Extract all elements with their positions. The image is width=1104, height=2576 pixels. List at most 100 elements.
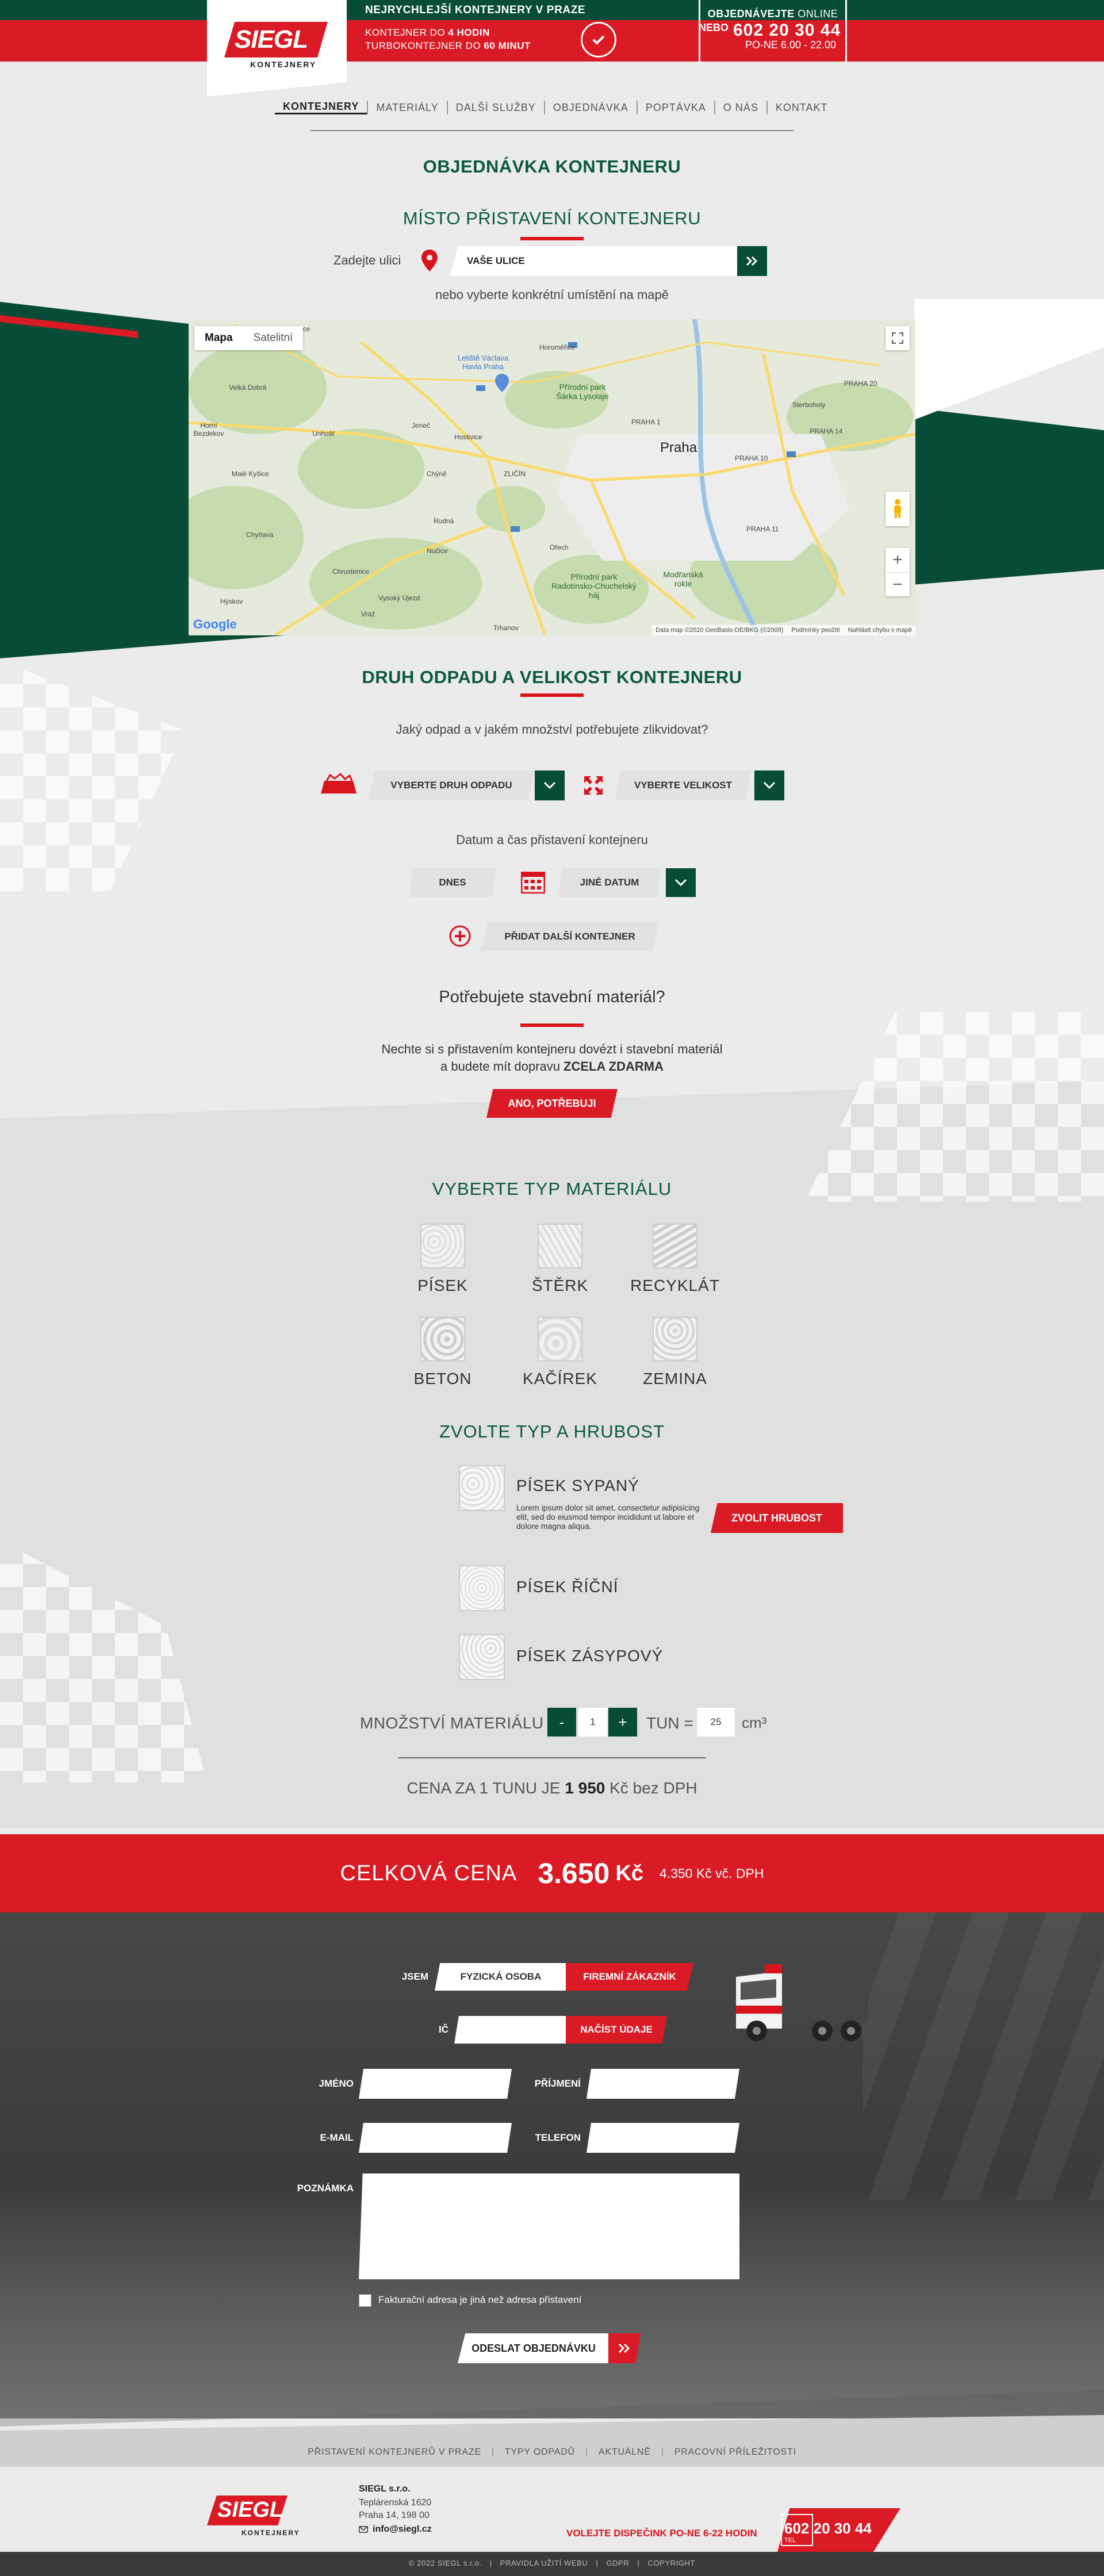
note-label: POZNÁMKA <box>297 2183 354 2194</box>
quantity-minus-button[interactable]: - <box>547 1708 576 1736</box>
bottom-link[interactable]: GDPR <box>606 2559 629 2567</box>
grain-item-name[interactable]: PÍSEK ZÁSYPOVÝ <box>516 1647 663 1665</box>
nav-divider <box>310 130 793 131</box>
material-beton[interactable]: BETON <box>408 1317 477 1388</box>
person-toggle[interactable]: FYZICKÁ OSOBA <box>435 1963 567 1991</box>
footer-band <box>0 2415 1104 2467</box>
bottom-link[interactable]: PRAVIDLA UŽITÍ WEBU <box>500 2559 588 2567</box>
map-tab-satelitni[interactable]: Satelitní <box>243 332 304 344</box>
google-logo: Google <box>193 617 237 631</box>
zoom-in-icon[interactable]: + <box>885 548 910 572</box>
add-container-button[interactable]: PŘIDAT DALŠÍ KONTEJNER <box>481 922 659 951</box>
sand-texture-icon <box>420 1224 465 1268</box>
nav-item-kontejnery[interactable]: KONTEJNERY <box>275 101 367 114</box>
copyright-text: © 2022 SIEGL s.r.o. <box>408 2559 482 2567</box>
map-place: Sterboholy <box>792 401 826 409</box>
street-submit-button[interactable] <box>737 246 767 276</box>
bottom-link[interactable]: COPYRIGHT <box>647 2559 695 2567</box>
map[interactable]: Lidice Velká Dobrá Horní Bezdekov Malé K… <box>189 319 915 635</box>
chevron-down-icon <box>674 879 687 887</box>
footer-phone-prefix: TEL <box>784 2537 796 2544</box>
sand-texture-icon[interactable] <box>459 1465 505 1511</box>
map-terms-link[interactable]: Podmínky použití <box>791 627 839 634</box>
footer-link[interactable]: TYPY ODPADŮ <box>505 2447 575 2458</box>
container-size-dropdown[interactable] <box>754 770 784 800</box>
company-toggle[interactable]: FIREMNÍ ZÁKAZNÍK <box>566 1963 693 1991</box>
pebble-texture-icon <box>538 1317 582 1362</box>
material-pisek[interactable]: PÍSEK <box>408 1224 477 1295</box>
footer-email[interactable]: info@siegl.cz <box>359 2524 432 2535</box>
nav-item-poptavka[interactable]: POPTÁVKA <box>638 102 714 114</box>
waste-type-select[interactable]: VYBERTE DRUH ODPADU <box>368 770 535 800</box>
quantity-label: MNOŽSTVÍ MATERIÁLU <box>360 1714 544 1732</box>
email-label: E-MAIL <box>320 2132 354 2143</box>
title-underline <box>520 237 584 240</box>
pegman-icon[interactable] <box>885 492 910 526</box>
quantity-plus-button[interactable]: + <box>608 1708 637 1736</box>
surname-input[interactable] <box>586 2069 739 2099</box>
street-input[interactable]: VAŠE ULICE <box>450 246 737 276</box>
footer-link[interactable]: PŘISTAVENÍ KONTEJNERŮ V PRAZE <box>308 2447 481 2458</box>
nav-item-dalsi-sluzby[interactable]: DALŠÍ SLUŽBY <box>448 102 544 114</box>
note-textarea[interactable] <box>359 2174 739 2279</box>
grain-item-name[interactable]: PÍSEK SYPANÝ <box>516 1477 639 1495</box>
submit-arrow[interactable] <box>608 2333 641 2363</box>
submit-button[interactable]: ODESLAT OBJEDNÁVKU <box>458 2333 610 2363</box>
chevron-down-icon <box>763 781 776 789</box>
billing-checkbox[interactable] <box>359 2294 371 2307</box>
fullscreen-icon[interactable] <box>885 326 910 350</box>
material-kacirek[interactable]: KAČÍREK <box>520 1317 600 1388</box>
truck-image <box>730 1954 874 2046</box>
map-attribution: Data map ©2020 GeoBasis-DE/BKG (©2009) Po… <box>652 625 915 635</box>
material-sterk[interactable]: ŠTĚRK <box>526 1224 595 1295</box>
map-place: Přírodní park Šárka Lysolaje <box>556 382 609 401</box>
map-report-link[interactable]: Nahlásit chybu v mapě <box>848 627 912 634</box>
name-input[interactable] <box>359 2069 512 2099</box>
material-yes-button[interactable]: ANO, POTŘEBUJI <box>486 1089 618 1118</box>
billing-label: Fakturační adresa je jiná než adresa při… <box>378 2294 582 2305</box>
logo-box[interactable]: SIEGL KONTEJNERY <box>207 0 347 97</box>
nav-item-materialy[interactable]: MATERIÁLY <box>368 102 446 114</box>
phone-input[interactable] <box>586 2123 739 2153</box>
promo-line-2: TURBOKONTEJNER DO 60 MINUT <box>365 40 531 51</box>
date-today-button[interactable]: DNES <box>409 868 496 897</box>
footer-phone[interactable]: 602 20 30 44 <box>784 2520 872 2537</box>
grain-item-desc: Lorem ipsum dolor sit amet, consectetur … <box>516 1503 700 1531</box>
choose-grain-button[interactable]: ZVOLIT HRUBOST <box>711 1503 843 1533</box>
nav-item-kontakt[interactable]: KONTAKT <box>768 102 836 114</box>
recycled-texture-icon <box>653 1224 697 1268</box>
nav-item-o-nas[interactable]: O NÁS <box>715 102 766 114</box>
date-other-dropdown[interactable] <box>666 868 696 897</box>
footer-link[interactable]: AKTUÁLNĚ <box>599 2447 651 2458</box>
material-zemina[interactable]: ZEMINA <box>641 1317 710 1388</box>
header-phone[interactable]: 602 20 30 44 <box>733 21 841 40</box>
footer-link[interactable]: PRACOVNÍ PŘÍLEŽITOSTI <box>674 2447 796 2458</box>
place-title: MÍSTO PŘISTAVENÍ KONTEJNERU <box>402 208 702 228</box>
date-other-select[interactable]: JINÉ DATUM <box>558 868 661 897</box>
map-place: Chyňava <box>246 531 274 539</box>
add-circle-icon[interactable] <box>448 925 471 948</box>
ic-input[interactable] <box>454 2016 567 2044</box>
waste-question: Jaký odpad a v jakém množství potřebujet… <box>396 722 708 737</box>
calendar-icon <box>520 871 546 894</box>
backfill-sand-texture-icon[interactable] <box>459 1634 505 1680</box>
material-recyklat[interactable]: RECYKLÁT <box>629 1224 721 1295</box>
container-size-select[interactable]: VYBERTE VELIKOST <box>615 770 751 800</box>
nav-item-objednavka[interactable]: OBJEDNÁVKA <box>545 102 637 114</box>
map-tab-mapa[interactable]: Mapa <box>194 332 243 344</box>
quantity-input[interactable]: 1 <box>578 1708 607 1736</box>
volume-input[interactable]: 25 <box>697 1708 735 1736</box>
grain-item-name[interactable]: PÍSEK ŘÍČNÍ <box>516 1578 618 1596</box>
phone-label: TELEFON <box>535 2132 581 2143</box>
email-input[interactable] <box>359 2123 512 2153</box>
zoom-out-icon[interactable]: − <box>885 572 910 596</box>
map-place: PRAHA 11 <box>746 525 779 533</box>
map-pin-icon <box>421 250 438 271</box>
river-sand-texture-icon[interactable] <box>459 1565 505 1611</box>
checkered-flag-right <box>805 1012 1104 1202</box>
quantity-divider <box>398 1757 706 1758</box>
concrete-texture-icon <box>420 1317 465 1362</box>
load-data-button[interactable]: NAČÍST ÚDAJE <box>566 2016 667 2044</box>
map-place: Horoměřice <box>539 343 576 351</box>
waste-type-dropdown[interactable] <box>535 770 565 800</box>
